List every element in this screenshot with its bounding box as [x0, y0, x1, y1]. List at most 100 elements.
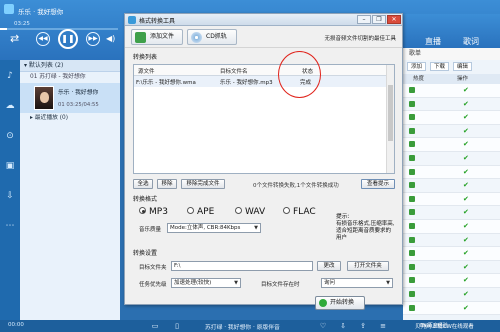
file-exists-value: 询问: [324, 280, 336, 286]
playlist-row-active[interactable]: 乐乐 · 我好想你 01 03:25/04:55: [20, 83, 120, 113]
status-time: 00:00: [8, 322, 24, 328]
pause-button[interactable]: ❚❚: [58, 29, 78, 49]
format-radio-mp3[interactable]: MP3: [139, 205, 168, 219]
format-radio-flac[interactable]: FLAC: [283, 205, 316, 219]
list-item[interactable]: ✔: [403, 287, 500, 302]
mobile-icon[interactable]: ▯: [172, 321, 182, 331]
playlist-header[interactable]: ▾ 默认列表 (2): [20, 60, 120, 72]
quality-select[interactable]: Mode:立体声, CBR:84Kbps ▼: [167, 223, 261, 233]
list-icon[interactable]: ≡: [378, 321, 388, 331]
previous-button[interactable]: ◀◀: [36, 32, 50, 46]
right-panel-buttons: 添加 下载 编辑: [403, 60, 500, 74]
app-logo-icon: [4, 4, 14, 14]
recent-playlist-header[interactable]: ▸ 最近播放 (0): [20, 113, 120, 124]
hot-icon: [409, 277, 415, 284]
more-icon[interactable]: ⋯: [4, 220, 16, 232]
priority-select[interactable]: 加速处理(较快) ▼: [171, 278, 241, 288]
check-icon: ✔: [463, 276, 469, 285]
music-note-icon[interactable]: ♪: [4, 70, 16, 82]
format-radio-wav[interactable]: WAV: [235, 205, 265, 219]
list-item[interactable]: ✔: [403, 206, 500, 220]
format-radio-ape[interactable]: APE: [187, 205, 214, 219]
right-panel-columns: 热度 操作: [403, 74, 500, 84]
list-item[interactable]: ✔: [403, 260, 500, 275]
target-folder-input[interactable]: F:\: [171, 261, 313, 271]
list-item[interactable]: ✔: [403, 165, 500, 180]
download-small-icon[interactable]: ⇩: [338, 321, 348, 331]
convert-summary: 0个文件转换失败,1个文件转换成功: [253, 183, 339, 189]
list-item[interactable]: ✔: [403, 219, 500, 234]
list-item[interactable]: ✔: [403, 247, 500, 261]
format-section-label: 转换格式: [133, 196, 158, 203]
tab-live[interactable]: 直播: [425, 36, 441, 47]
start-convert-button[interactable]: 开始转换: [315, 296, 365, 310]
download-icon[interactable]: ⇩: [4, 190, 16, 202]
list-item[interactable]: ✔: [403, 84, 500, 98]
hot-icon: [409, 263, 415, 270]
right-panel-header: 歌单: [403, 48, 500, 60]
remove-button[interactable]: 移除: [157, 179, 177, 189]
download-button[interactable]: 下载: [429, 62, 449, 71]
column-target[interactable]: 目标文件名: [220, 67, 248, 75]
hint-title: 提示:: [336, 214, 350, 220]
converter-app-icon: [128, 16, 136, 24]
cloud-icon[interactable]: ☁: [4, 100, 16, 112]
quality-value: Mode:立体声, CBR:84Kbps: [170, 225, 241, 231]
now-playing-title: 乐乐 · 我好想你: [18, 8, 64, 16]
heart-icon[interactable]: ♡: [318, 321, 328, 331]
list-item[interactable]: ✔: [403, 179, 500, 193]
list-item[interactable]: ✔: [403, 124, 500, 139]
next-button[interactable]: ▶▶: [86, 32, 100, 46]
list-item[interactable]: ✔: [403, 233, 500, 248]
convert-file-list[interactable]: 源文件 目标文件名 状态 F:\乐乐 - 我好想你.wma 乐乐 - 我好想你.…: [133, 64, 395, 174]
cd-rip-button[interactable]: CD抓轨: [187, 29, 237, 45]
open-folder-button[interactable]: 打开文件夹: [347, 261, 389, 271]
screen-icon[interactable]: ▭: [150, 321, 160, 331]
close-button[interactable]: ✕: [387, 15, 401, 24]
playback-progress-fill: [0, 28, 8, 30]
radio-icon[interactable]: ⊙: [4, 130, 16, 142]
scrollbar-thumb[interactable]: [388, 85, 393, 141]
check-icon: ✔: [463, 126, 469, 135]
add-file-button[interactable]: 添加文件: [131, 29, 183, 45]
list-item[interactable]: ✔: [403, 111, 500, 125]
playlist-row[interactable]: 01 苏打绿 - 我好想你: [20, 72, 120, 83]
check-icon: ✔: [463, 303, 469, 312]
add-file-icon: [135, 32, 146, 43]
list-item[interactable]: ✔: [403, 274, 500, 288]
table-row[interactable]: F:\乐乐 - 我好想你.wma 乐乐 - 我好想你.mp3 完成: [134, 76, 394, 87]
add-file-label: 添加文件: [150, 33, 175, 40]
hint-text: 有损音乐格式,压缩率高,适合短距离音质要求的用户: [336, 221, 395, 241]
add-button[interactable]: 添加: [407, 62, 427, 71]
priority-label: 任务优先级: [139, 282, 167, 288]
file-list-scrollbar[interactable]: [386, 65, 394, 173]
column-op: 操作: [457, 76, 469, 82]
check-icon: ✔: [463, 249, 469, 258]
view-details-button[interactable]: 查看提示: [361, 179, 395, 189]
shuffle-icon[interactable]: ⇄: [10, 32, 19, 46]
tab-lyrics[interactable]: 歌词: [463, 36, 479, 47]
album-cover-face: [40, 92, 49, 103]
device-icon[interactable]: ▣: [4, 160, 16, 172]
active-track-title: 乐乐 · 我好想你: [58, 90, 99, 96]
playback-progress[interactable]: [0, 28, 118, 30]
change-folder-button[interactable]: 更改: [317, 261, 341, 271]
edit-button[interactable]: 编辑: [452, 62, 472, 71]
minimize-button[interactable]: –: [357, 15, 371, 24]
list-item[interactable]: ✔: [403, 151, 500, 166]
list-item[interactable]: ✔: [403, 97, 500, 112]
share-icon[interactable]: ⇪: [358, 321, 368, 331]
remove-completed-button[interactable]: 移除完成文件: [181, 179, 225, 189]
select-all-button[interactable]: 全选: [133, 179, 153, 189]
list-item[interactable]: ✔: [403, 138, 500, 152]
volume-icon[interactable]: ◀): [106, 32, 115, 46]
right-panel: 直播 歌词 歌单 添加 下载 编辑 热度 操作 ✔ ✔ ✔ ✔ ✔ ✔ ✔ ✔ …: [403, 14, 500, 320]
radio-dot-selected: [139, 207, 146, 214]
file-exists-select[interactable]: 询问 ▼: [321, 278, 393, 288]
list-item[interactable]: ✔: [403, 301, 500, 316]
check-icon: ✔: [463, 208, 469, 217]
check-icon: ✔: [463, 167, 469, 176]
list-item[interactable]: ✔: [403, 192, 500, 207]
restore-button[interactable]: ❐: [372, 15, 386, 24]
column-source[interactable]: 源文件: [138, 67, 155, 75]
